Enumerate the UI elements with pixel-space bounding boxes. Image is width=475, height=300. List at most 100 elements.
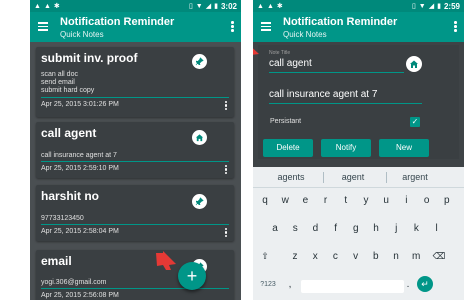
key-r[interactable]: r bbox=[317, 195, 335, 206]
key-t[interactable]: t bbox=[337, 195, 355, 206]
soft-keyboard: agents agent argent qwertyuiop asdfghjkl… bbox=[253, 167, 464, 300]
key-o[interactable]: o bbox=[418, 195, 436, 206]
notification-icon: ▲ bbox=[257, 2, 264, 10]
divider bbox=[41, 224, 229, 225]
key-h[interactable]: h bbox=[367, 223, 385, 234]
key-f[interactable]: f bbox=[327, 223, 345, 234]
key-j[interactable]: j bbox=[387, 223, 405, 234]
overflow-menu-icon[interactable] bbox=[231, 21, 234, 33]
left-phone-screen: ▲ ▲ ✱ ▯ ▼ ◢ ▮ 3:02 Notification Reminder… bbox=[30, 0, 241, 300]
note-date: Apr 25, 2015 2:59:10 PM bbox=[41, 165, 119, 172]
wifi-icon: ▼ bbox=[418, 2, 426, 10]
suggestion[interactable]: agents bbox=[261, 172, 321, 182]
pin-icon[interactable] bbox=[192, 54, 207, 69]
key-d[interactable]: d bbox=[306, 223, 324, 234]
comma-key[interactable]: , bbox=[281, 279, 299, 290]
status-time: 2:59 bbox=[443, 1, 460, 11]
input-underline bbox=[269, 103, 422, 104]
card-menu-icon[interactable] bbox=[225, 165, 228, 175]
app-bar: Notification Reminder Quick Notes bbox=[253, 12, 464, 42]
key-a[interactable]: a bbox=[266, 223, 284, 234]
key-w[interactable]: w bbox=[276, 195, 294, 206]
key-m[interactable]: m bbox=[407, 251, 425, 262]
key-e[interactable]: e bbox=[296, 195, 314, 206]
red-arrow-icon bbox=[156, 251, 176, 270]
notification-icon: ▲ bbox=[34, 2, 41, 10]
status-time: 3:02 bbox=[220, 1, 237, 11]
signal-icon: ◢ bbox=[205, 2, 212, 10]
note-editor: Note Title call agent call insurance age… bbox=[258, 45, 459, 159]
app-subtitle: Quick Notes bbox=[60, 30, 104, 39]
wifi-icon: ▼ bbox=[195, 2, 203, 10]
card-menu-icon[interactable] bbox=[225, 228, 228, 238]
note-date: Apr 25, 2015 3:01:26 PM bbox=[41, 101, 119, 108]
key-k[interactable]: k bbox=[407, 223, 425, 234]
app-subtitle: Quick Notes bbox=[283, 30, 327, 39]
divider bbox=[41, 288, 229, 289]
note-date: Apr 25, 2015 2:58:04 PM bbox=[41, 228, 119, 235]
notify-button[interactable]: Notify bbox=[321, 139, 371, 157]
menu-icon[interactable] bbox=[261, 22, 271, 31]
note-line: call insurance agent at 7 bbox=[41, 152, 117, 159]
delete-button[interactable]: Delete bbox=[263, 139, 313, 157]
divider bbox=[41, 161, 229, 162]
note-title-input[interactable]: call agent bbox=[269, 58, 312, 69]
space-key[interactable] bbox=[301, 280, 404, 293]
status-bar: ▲ ▲ ✱ ▯ ▼ ◢ ▮ 3:02 bbox=[30, 0, 241, 12]
suggestion-strip: agents agent argent bbox=[253, 167, 464, 188]
note-line: yogi.306@gmail.com bbox=[41, 279, 107, 286]
note-title: email bbox=[41, 254, 72, 268]
enter-key[interactable]: ↵ bbox=[417, 276, 433, 292]
notification-icon: ▲ bbox=[266, 2, 274, 10]
home-icon[interactable] bbox=[192, 130, 207, 145]
home-icon[interactable] bbox=[406, 56, 422, 72]
key-b[interactable]: b bbox=[367, 251, 385, 262]
pin-icon[interactable] bbox=[192, 194, 207, 209]
add-note-button[interactable]: + bbox=[178, 262, 206, 290]
overflow-menu-icon[interactable] bbox=[454, 21, 457, 33]
key-q[interactable]: q bbox=[256, 195, 274, 206]
note-title: harshit no bbox=[41, 189, 100, 203]
battery-icon: ▮ bbox=[437, 2, 441, 10]
vibrate-icon: ▯ bbox=[411, 2, 416, 10]
app-title: Notification Reminder bbox=[60, 16, 175, 28]
key-i[interactable]: i bbox=[397, 195, 415, 206]
note-title-label: Note Title bbox=[269, 50, 291, 56]
symbols-key[interactable]: ?123 bbox=[257, 281, 279, 288]
note-body-input[interactable]: call insurance agent at 7 bbox=[269, 89, 377, 100]
vibrate-icon: ▯ bbox=[188, 2, 193, 10]
input-underline bbox=[269, 72, 404, 73]
key-l[interactable]: l bbox=[428, 223, 446, 234]
key-g[interactable]: g bbox=[347, 223, 365, 234]
key-s[interactable]: s bbox=[286, 223, 304, 234]
note-line: submit hard copy bbox=[41, 87, 95, 94]
app-title: Notification Reminder bbox=[283, 16, 398, 28]
note-line: 97733123450 bbox=[41, 215, 84, 222]
backspace-icon[interactable]: ⌫ bbox=[430, 251, 448, 262]
key-c[interactable]: c bbox=[326, 251, 344, 262]
note-card[interactable]: harshit no 97733123450 Apr 25, 2015 2:58… bbox=[36, 185, 234, 241]
suggestion[interactable]: agent bbox=[323, 172, 383, 182]
shift-icon[interactable]: ⇧ bbox=[256, 251, 274, 262]
bug-icon: ✱ bbox=[276, 2, 283, 10]
note-card[interactable]: submit inv. proof scan all doc send emai… bbox=[36, 47, 234, 117]
key-x[interactable]: x bbox=[306, 251, 324, 262]
note-title: submit inv. proof bbox=[41, 51, 138, 65]
suggestion[interactable]: argent bbox=[385, 172, 445, 182]
key-p[interactable]: p bbox=[438, 195, 456, 206]
bug-icon: ✱ bbox=[53, 2, 60, 10]
menu-icon[interactable] bbox=[38, 22, 48, 31]
battery-icon: ▮ bbox=[214, 2, 218, 10]
note-card[interactable]: call agent call insurance agent at 7 Apr… bbox=[36, 122, 234, 178]
key-u[interactable]: u bbox=[377, 195, 395, 206]
card-menu-icon[interactable] bbox=[225, 101, 228, 111]
red-arrow-icon bbox=[253, 48, 259, 60]
persistent-checkbox[interactable]: ✓ bbox=[410, 117, 420, 127]
key-v[interactable]: v bbox=[347, 251, 365, 262]
new-button[interactable]: New bbox=[379, 139, 429, 157]
persistent-label: Persistant bbox=[270, 118, 302, 125]
key-y[interactable]: y bbox=[357, 195, 375, 206]
key-n[interactable]: n bbox=[387, 251, 405, 262]
period-key[interactable]: . bbox=[399, 279, 417, 290]
key-z[interactable]: z bbox=[286, 251, 304, 262]
